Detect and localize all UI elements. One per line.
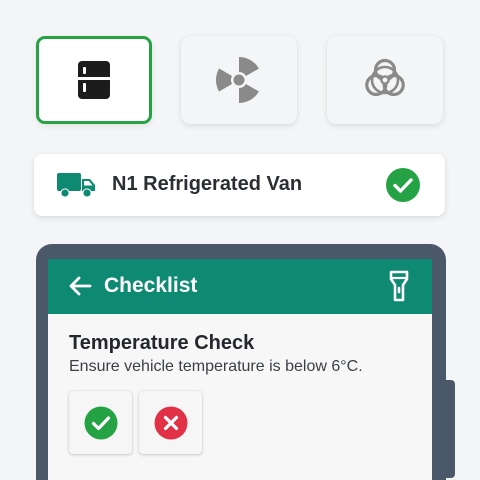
truck-icon <box>57 173 95 198</box>
page-title: Checklist <box>104 274 198 297</box>
reject-button[interactable] <box>139 391 202 454</box>
category-radioactive[interactable] <box>181 36 297 124</box>
check-item-title: Temperature Check <box>69 332 255 354</box>
confirm-button[interactable] <box>69 391 132 454</box>
checklist-screen: Checklist Temperature Check Ensure vehic… <box>48 259 432 480</box>
biohazard-icon <box>365 58 405 97</box>
x-circle-icon <box>154 406 187 439</box>
flashlight-icon[interactable] <box>388 270 410 302</box>
arrow-left-icon[interactable] <box>68 274 92 298</box>
radiation-icon <box>216 56 259 103</box>
category-refrigerated[interactable] <box>36 36 152 124</box>
device-side-button <box>446 380 455 478</box>
vehicle-name: N1 Refrigerated Van <box>112 173 303 195</box>
app-stage: N1 Refrigerated Van Checklist Temperatur… <box>0 0 480 480</box>
refrigerator-icon <box>78 61 110 99</box>
app-bar: Checklist <box>48 259 432 314</box>
vehicle-card[interactable]: N1 Refrigerated Van <box>34 154 445 216</box>
check-item-description: Ensure vehicle temperature is below 6°C. <box>69 358 363 375</box>
check-circle-icon <box>386 168 420 202</box>
check-circle-icon <box>84 406 117 439</box>
category-biohazard[interactable] <box>327 36 443 124</box>
